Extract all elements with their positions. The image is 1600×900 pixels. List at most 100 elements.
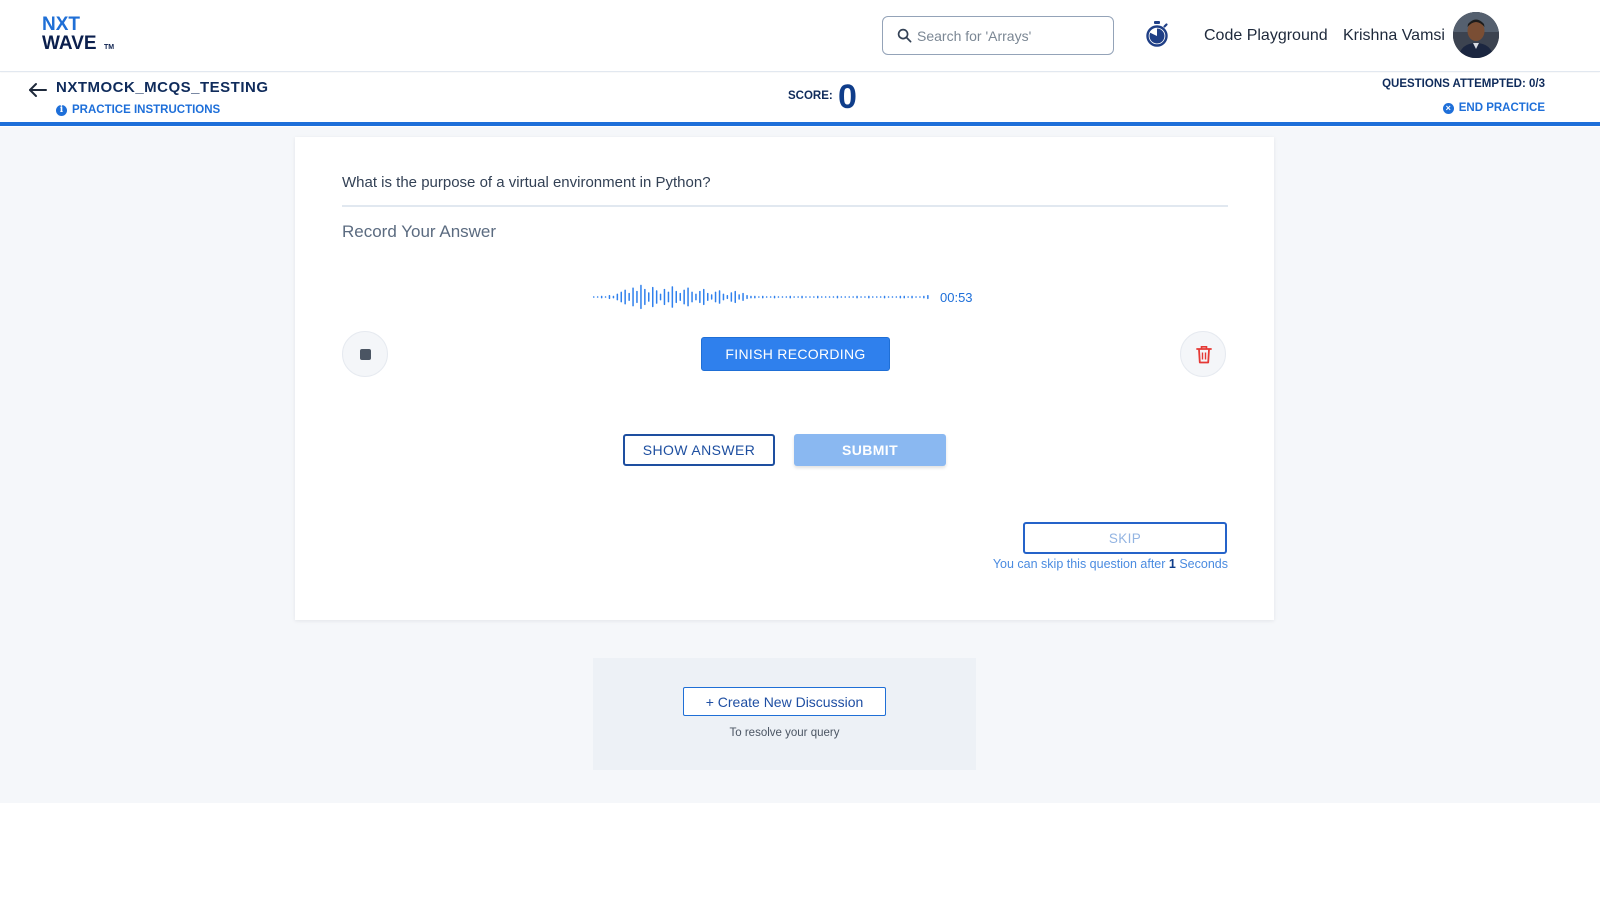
close-circle-icon: ×	[1442, 102, 1454, 114]
submit-button[interactable]: SUBMIT	[794, 434, 946, 466]
score-value: 0	[838, 78, 857, 116]
waveform-bar	[687, 287, 689, 307]
waveform-bar	[636, 290, 638, 304]
end-practice-button[interactable]: × END PRACTICE	[1442, 102, 1545, 114]
create-discussion-button[interactable]: + Create New Discussion	[683, 687, 886, 716]
waveform-bar	[773, 295, 776, 299]
waveform-bar	[722, 293, 725, 301]
score-label: SCORE:	[788, 90, 833, 102]
questions-attempted: QUESTIONS ATTEMPTED: 0/3	[1382, 78, 1545, 90]
stop-recording-button[interactable]	[342, 331, 388, 377]
waveform-bar	[821, 296, 823, 298]
waveform-bar	[754, 295, 756, 299]
waveform-bar	[671, 286, 674, 308]
waveform-bar	[895, 296, 898, 298]
waveform-bar	[691, 291, 693, 303]
skip-seconds: 1	[1168, 557, 1176, 571]
waveform-bar	[864, 296, 866, 298]
delete-recording-button[interactable]	[1180, 331, 1226, 377]
waveform-bar	[663, 288, 666, 306]
waveform-bar	[911, 295, 913, 299]
waveform-bar	[777, 296, 780, 298]
waveform-bar	[742, 292, 744, 301]
waveform-bar	[738, 294, 740, 300]
practice-header: NXTMOCK_MCQS_TESTING i PRACTICE INSTRUCT…	[0, 73, 1600, 126]
waveform-bar	[699, 290, 701, 304]
divider	[342, 205, 1228, 207]
back-arrow-icon[interactable]	[28, 81, 48, 99]
waveform-bar	[714, 291, 717, 303]
finish-recording-button[interactable]: FINISH RECORDING	[701, 337, 890, 371]
waveform-bar	[805, 296, 807, 298]
waveform-bar	[817, 295, 819, 299]
waveform-bar	[915, 296, 917, 298]
audio-waveform	[593, 284, 929, 310]
practice-instructions-link[interactable]: i PRACTICE INSTRUCTIONS	[56, 104, 220, 116]
waveform-bar	[695, 293, 697, 301]
waveform-bar	[652, 286, 654, 308]
waveform-bar	[734, 290, 736, 304]
waveform-bar	[801, 295, 803, 299]
waveform-bar	[872, 296, 874, 298]
search-box[interactable]	[882, 16, 1114, 55]
end-practice-label: END PRACTICE	[1458, 102, 1545, 114]
waveform-bar	[828, 296, 831, 298]
waveform-bar	[891, 296, 894, 298]
waveform-bar	[793, 296, 795, 298]
avatar[interactable]	[1453, 12, 1499, 58]
skip-note: You can skip this question after 1 Secon…	[993, 557, 1228, 571]
waveform-bar	[593, 296, 595, 298]
waveform-bar	[750, 295, 752, 299]
waveform-bar	[726, 295, 729, 300]
waveform-bar	[762, 295, 764, 299]
waveform-bar	[703, 288, 705, 306]
waveform-bar	[710, 294, 713, 300]
waveform-bar	[919, 296, 921, 298]
top-navbar: NXT WAVE TM Code Playground Krishna Vams…	[0, 0, 1600, 72]
skip-button[interactable]: SKIP	[1023, 522, 1227, 554]
logo-trademark: TM	[104, 44, 115, 51]
waveform-bar	[612, 295, 615, 299]
show-answer-button[interactable]: SHOW ANSWER	[623, 434, 775, 466]
waveform-bar	[616, 293, 619, 301]
waveform-bar	[860, 296, 862, 298]
waveform-bar	[899, 295, 902, 299]
code-playground-link[interactable]: Code Playground	[1204, 27, 1328, 45]
waveform-bar	[879, 296, 882, 298]
nxtwave-logo[interactable]: NXT WAVE TM	[42, 15, 122, 57]
avatar-photo	[1453, 12, 1499, 58]
waveform-bar	[923, 295, 925, 299]
waveform-bar	[781, 296, 784, 298]
waveform-bar	[903, 295, 905, 299]
waveform-bar	[785, 296, 788, 298]
recording-timer: 00:53	[940, 290, 973, 305]
info-icon: i	[56, 104, 67, 116]
waveform-bar	[655, 290, 658, 304]
waveform-bar	[608, 295, 611, 300]
waveform-bar	[832, 296, 835, 298]
user-name[interactable]: Krishna Vamsi	[1343, 27, 1445, 45]
skip-note-suffix: Seconds	[1179, 557, 1228, 571]
waveform-bar	[596, 296, 599, 298]
waveform-bar	[927, 295, 929, 300]
waveform-bar	[628, 292, 630, 301]
skip-note-prefix: You can skip this question after	[992, 557, 1166, 571]
search-icon	[897, 28, 912, 43]
waveform-bar	[883, 295, 886, 299]
waveform-bar	[600, 295, 603, 299]
waveform-bar	[648, 292, 650, 302]
waveform-bar	[683, 289, 685, 305]
waveform-bar	[852, 296, 854, 298]
practice-instructions-label: PRACTICE INSTRUCTIONS	[72, 104, 221, 116]
waveform-bar	[769, 296, 772, 298]
waveform-bar	[667, 291, 670, 303]
waveform-bar	[730, 292, 733, 302]
practice-title: NXTMOCK_MCQS_TESTING	[56, 79, 269, 96]
waveform-bar	[844, 296, 846, 298]
waveform-bar	[907, 296, 909, 298]
waveform-bar	[797, 296, 799, 298]
waveform-bar	[868, 295, 870, 299]
discussion-panel: + Create New Discussion To resolve your …	[593, 658, 976, 770]
stopwatch-icon[interactable]	[1144, 20, 1170, 48]
search-input[interactable]	[917, 25, 1107, 47]
